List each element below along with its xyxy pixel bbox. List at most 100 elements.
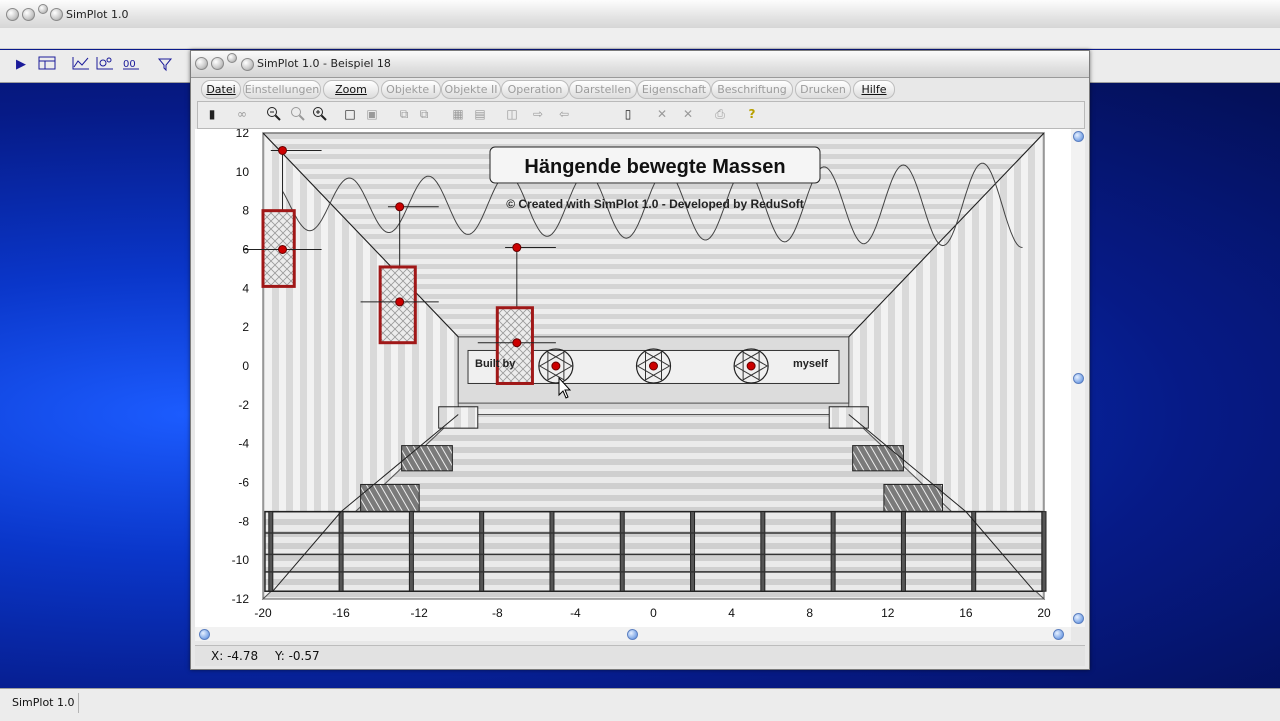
y-tick-label: 4 — [242, 281, 249, 295]
scroll-left-button[interactable] — [199, 629, 210, 640]
wheel-hub — [551, 361, 561, 371]
plot-title: Hängende bewegte Massen — [524, 156, 785, 178]
y-tick-label: 10 — [236, 165, 250, 179]
plot-canvas[interactable]: -20 -16 -12 -8 -4 0 4 8 12 16 20121086420-2-4-6-8-… — [195, 126, 1071, 627]
menu-objekte-1[interactable]: Objekte I — [381, 80, 441, 99]
fence-post — [619, 511, 625, 592]
document-window: SimPlot 1.0 - Beispiel 18 Datei Einstell… — [190, 50, 1090, 670]
scatter-icon[interactable] — [96, 56, 114, 74]
edit-grid-icon[interactable]: ▤ — [472, 106, 488, 122]
y-tick-label: -12 — [232, 592, 250, 606]
crate — [401, 445, 453, 472]
zoom-out-icon[interactable] — [266, 106, 282, 122]
arrow-left-icon[interactable]: ⇦ — [556, 106, 572, 122]
menu-label: Zoom — [335, 83, 367, 96]
menu-label: Einstellungen — [244, 83, 320, 96]
menu-objekte-2[interactable]: Objekte II — [441, 80, 501, 99]
printer-icon[interactable]: ⎙ — [712, 106, 728, 122]
pages-icon[interactable]: ▯ — [620, 106, 636, 122]
y-tick-label: -4 — [238, 437, 249, 451]
fence-post — [408, 511, 414, 592]
scroll-thumb-vertical[interactable] — [1073, 373, 1084, 384]
banner-left-text: Built by — [475, 358, 516, 370]
x-tick-label: -16 — [332, 606, 350, 620]
mass-center-point — [395, 297, 405, 307]
link-icon[interactable]: ∞ — [234, 106, 250, 122]
paste-icon[interactable]: ⧉ — [416, 106, 432, 122]
menu-einstellungen[interactable]: Einstellungen — [243, 80, 321, 99]
menu-label: Hilfe — [861, 83, 887, 96]
fence-post — [900, 511, 906, 592]
arrow-right-icon[interactable]: ⇨ — [530, 106, 546, 122]
restore-circle-icon[interactable] — [241, 58, 254, 71]
vertical-scrollbar[interactable] — [1071, 129, 1085, 627]
zoom-in-icon[interactable] — [312, 106, 328, 122]
menu-beschriftung[interactable]: Beschriftung — [711, 80, 793, 99]
close-circle-icon[interactable] — [6, 8, 19, 21]
y-tick-label: 0 — [242, 359, 249, 373]
x-tick-label: -12 — [411, 606, 429, 620]
y-tick-label: 12 — [236, 129, 250, 140]
x-tick-label: 4 — [728, 606, 735, 620]
plot-area[interactable]: -20 -16 -12 -8 -4 0 4 8 12 16 20 12 10 8 6 4 2 0 -2 -4 -6 -8-… — [195, 126, 1071, 627]
table-icon[interactable] — [38, 56, 56, 74]
menu-label: Operation — [507, 83, 563, 96]
grid-icon[interactable]: ▦ — [450, 106, 466, 122]
function-icon[interactable]: 00 — [122, 56, 140, 74]
y-tick-label: 8 — [242, 204, 249, 218]
filter-icon[interactable] — [156, 56, 174, 74]
minimize-circle-icon[interactable] — [22, 8, 35, 21]
fence-post — [1041, 511, 1047, 592]
scroll-thumb-horizontal[interactable] — [627, 629, 638, 640]
menu-hilfe[interactable]: Hilfe — [853, 80, 895, 99]
scroll-right-button[interactable] — [1053, 629, 1064, 640]
menu-label: Eigenschaft — [641, 83, 707, 96]
restore-circle-icon[interactable] — [50, 8, 63, 21]
menu-label: Darstellen — [574, 83, 632, 96]
svg-text:00: 00 — [123, 59, 136, 70]
device-icon[interactable]: ▮ — [204, 106, 220, 122]
zoom-fit-icon[interactable] — [290, 106, 306, 122]
wheel-hub — [746, 361, 756, 371]
square-icon[interactable]: □ — [342, 106, 358, 122]
x-tick-label: -20 — [254, 606, 272, 620]
status-label: SimPlot 1.0 — [4, 693, 79, 713]
scroll-down-button[interactable] — [1073, 613, 1084, 624]
coordinate-bar: X: -4.78 Y: -0.57 — [195, 645, 1085, 666]
y-tick-label: 2 — [242, 320, 249, 334]
play-icon[interactable]: ▶ — [12, 56, 30, 74]
scroll-up-button[interactable] — [1073, 131, 1084, 142]
help-icon[interactable]: ? — [744, 106, 760, 122]
frames-icon[interactable]: ▣ — [364, 106, 380, 122]
fence — [264, 510, 1043, 592]
window-title-bar: SimPlot 1.0 - Beispiel 18 — [191, 51, 1089, 78]
fence-post — [479, 511, 485, 592]
cross-icon[interactable]: ✕ — [680, 106, 696, 122]
layout-icon[interactable]: ◫ — [504, 106, 520, 122]
menu-eigenschaft[interactable]: Eigenschaft — [637, 80, 711, 99]
menu-drucken[interactable]: Drucken — [795, 80, 851, 99]
fence-post — [690, 511, 696, 592]
horizontal-scrollbar[interactable] — [195, 627, 1071, 641]
menu-datei[interactable]: Datei — [201, 80, 241, 99]
line-chart-icon[interactable] — [72, 56, 90, 74]
copy-icon[interactable]: ⧉ — [396, 106, 412, 122]
menu-label: Beschriftung — [717, 83, 787, 96]
cross-icon[interactable]: ✕ — [654, 106, 670, 122]
crate — [828, 406, 869, 429]
fence-post — [338, 511, 344, 592]
y-tick-label: -6 — [238, 476, 249, 490]
maximize-circle-icon[interactable] — [38, 4, 48, 14]
coord-x: X: -4.78 — [211, 649, 259, 663]
menu-operation[interactable]: Operation — [501, 80, 569, 99]
close-circle-icon[interactable] — [195, 57, 208, 70]
minimize-circle-icon[interactable] — [211, 57, 224, 70]
maximize-circle-icon[interactable] — [227, 53, 237, 63]
menu-darstellen[interactable]: Darstellen — [569, 80, 637, 99]
y-tick-label: -10 — [232, 553, 250, 567]
menu-label: Objekte I — [386, 83, 436, 96]
menu-zoom[interactable]: Zoom — [323, 80, 379, 99]
window-menu-bar: Datei Einstellungen Zoom Objekte I Objek… — [197, 79, 1083, 99]
pivot-point — [278, 145, 288, 155]
fence-post — [830, 511, 836, 592]
